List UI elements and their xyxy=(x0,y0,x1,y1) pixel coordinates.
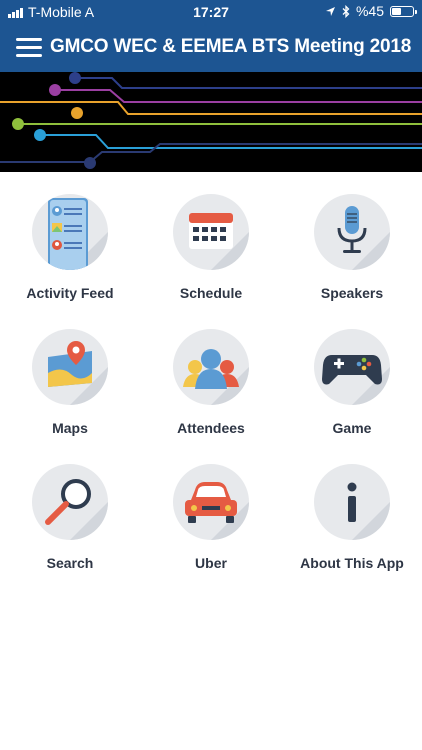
navigation-bar: GMCO WEC & EEMEA BTS Meeting 2018 xyxy=(0,24,422,72)
battery-icon xyxy=(390,5,417,17)
menu-line-icon xyxy=(16,54,42,57)
tile-label: Game xyxy=(332,420,372,436)
activity-feed-button[interactable]: Activity Feed xyxy=(0,172,140,302)
schedule-button[interactable]: Schedule xyxy=(141,172,281,302)
calendar-icon xyxy=(173,194,249,270)
magnifier-icon xyxy=(32,464,108,540)
menu-line-icon xyxy=(16,38,42,41)
bluetooth-icon xyxy=(342,4,350,18)
microphone-icon xyxy=(314,194,390,270)
tile-label: Activity Feed xyxy=(26,285,114,301)
page-title: GMCO WEC & EEMEA BTS Meeting 2018 xyxy=(50,36,412,57)
uber-button[interactable]: Uber xyxy=(141,442,281,572)
tile-label: Search xyxy=(46,555,94,571)
attendees-button[interactable]: Attendees xyxy=(141,307,281,437)
tile-label: Maps xyxy=(52,420,88,436)
speakers-button[interactable]: Speakers xyxy=(282,172,422,302)
status-right: %45 xyxy=(325,3,417,19)
game-button[interactable]: Game xyxy=(282,307,422,437)
about-this-app-button[interactable]: About This App xyxy=(282,442,422,572)
info-icon xyxy=(314,464,390,540)
hamburger-menu-button[interactable] xyxy=(16,38,42,58)
car-icon xyxy=(173,464,249,540)
battery-fill xyxy=(392,7,401,15)
people-icon xyxy=(173,329,249,405)
maps-button[interactable]: Maps xyxy=(0,307,140,437)
menu-line-icon xyxy=(16,46,42,49)
gamepad-icon xyxy=(314,329,390,405)
tile-label: Attendees xyxy=(177,420,245,436)
tile-label: Speakers xyxy=(320,285,384,301)
status-bar: T-Mobile A 17:27 %45 xyxy=(0,0,422,24)
tile-label: Schedule xyxy=(179,285,243,301)
battery-percent: %45 xyxy=(355,3,384,19)
circuit-lines-image xyxy=(0,72,422,169)
tile-label: Uber xyxy=(195,555,227,571)
location-arrow-icon xyxy=(325,6,335,16)
tile-label: About This App xyxy=(300,555,404,571)
search-button[interactable]: Search xyxy=(0,442,140,572)
header-banner xyxy=(0,72,422,172)
map-icon xyxy=(32,329,108,405)
activity-feed-icon xyxy=(32,194,108,270)
